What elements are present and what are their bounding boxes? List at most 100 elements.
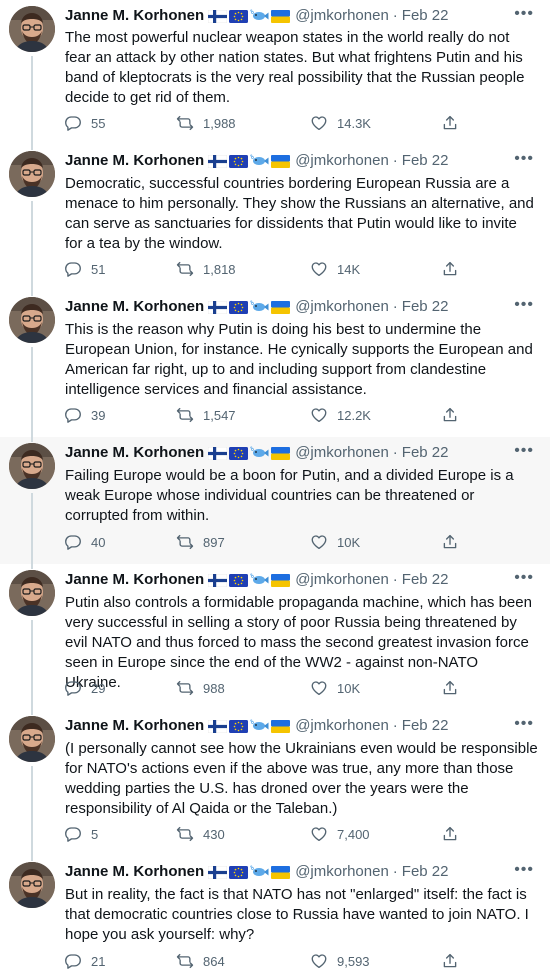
like-button[interactable]: 7,400: [310, 824, 370, 844]
retweet-icon: [176, 679, 194, 697]
more-options-icon[interactable]: •••: [514, 568, 534, 588]
retweet-button[interactable]: 430: [176, 824, 225, 844]
share-button[interactable]: [441, 259, 459, 279]
share-button[interactable]: [441, 824, 459, 844]
fish-icon: [250, 300, 269, 314]
tweet[interactable]: Janne M. Korhonen @jmkorhonen · Feb 22 ••• Th…: [0, 291, 550, 437]
share-icon: [441, 406, 459, 424]
thread-connector: [31, 291, 33, 296]
tweet-header: Janne M. Korhonen @jmkorhonen · Feb 22 •••: [65, 4, 538, 26]
like-button[interactable]: 10K: [310, 532, 360, 552]
avatar[interactable]: [9, 570, 55, 616]
reply-count: 21: [91, 953, 106, 969]
retweet-button[interactable]: 864: [176, 951, 225, 971]
author-handle[interactable]: @jmkorhonen: [295, 151, 389, 171]
like-button[interactable]: 14.3K: [310, 113, 371, 133]
like-button[interactable]: 12.2K: [310, 405, 371, 425]
tweet-date[interactable]: Feb 22: [402, 716, 449, 736]
reply-icon: [64, 406, 82, 424]
reply-button[interactable]: 21: [64, 951, 105, 971]
eu-flag-icon: [229, 573, 249, 587]
author-handle[interactable]: @jmkorhonen: [295, 297, 389, 317]
share-button[interactable]: [441, 405, 459, 425]
retweet-icon: [176, 533, 194, 551]
avatar[interactable]: [9, 151, 55, 197]
more-options-icon[interactable]: •••: [514, 441, 534, 461]
share-button[interactable]: [441, 532, 459, 552]
share-button[interactable]: [441, 951, 459, 971]
avatar[interactable]: [9, 862, 55, 908]
more-options-icon[interactable]: •••: [514, 714, 534, 734]
tweet[interactable]: Janne M. Korhonen @jmkorhonen · Feb 22 ••• Fa…: [0, 437, 550, 564]
reply-icon: [64, 679, 82, 697]
author-name[interactable]: Janne M. Korhonen: [65, 297, 204, 317]
tweet[interactable]: Janne M. Korhonen @jmkorhonen · Feb 22 ••• De…: [0, 145, 550, 291]
author-handle[interactable]: @jmkorhonen: [295, 716, 389, 736]
retweet-button[interactable]: 1,547: [176, 405, 236, 425]
reply-button[interactable]: 40: [64, 532, 105, 552]
author-name[interactable]: Janne M. Korhonen: [65, 862, 204, 882]
profile-emoji: [208, 154, 291, 168]
share-button[interactable]: [441, 113, 459, 133]
reply-button[interactable]: 51: [64, 259, 105, 279]
tweet-text: This is the reason why Putin is doing hi…: [65, 321, 533, 398]
like-button[interactable]: 14K: [310, 259, 360, 279]
like-button[interactable]: 9,593: [310, 951, 370, 971]
tweet-date[interactable]: Feb 22: [402, 297, 449, 317]
share-button[interactable]: [441, 678, 459, 698]
author-name[interactable]: Janne M. Korhonen: [65, 716, 204, 736]
retweet-button[interactable]: 1,818: [176, 259, 236, 279]
like-icon: [310, 952, 328, 970]
thread-connector: [31, 710, 33, 715]
fish-icon: [250, 865, 269, 879]
author-handle[interactable]: @jmkorhonen: [295, 570, 389, 590]
tweet-date[interactable]: Feb 22: [402, 151, 449, 171]
reply-icon: [64, 260, 82, 278]
separator: ·: [392, 717, 398, 734]
reply-button[interactable]: 55: [64, 113, 105, 133]
ukraine-flag-icon: [271, 154, 291, 168]
avatar[interactable]: [9, 297, 55, 343]
retweet-count: 1,988: [203, 115, 236, 131]
like-count: 14K: [337, 261, 361, 277]
more-options-icon[interactable]: •••: [514, 4, 534, 24]
author-name[interactable]: Janne M. Korhonen: [65, 6, 204, 26]
thread-connector: [31, 145, 33, 150]
tweet[interactable]: Janne M. Korhonen @jmkorhonen · Feb 22 ••• Pu…: [0, 564, 550, 710]
reply-button[interactable]: 39: [64, 405, 105, 425]
tweet-date[interactable]: Feb 22: [402, 862, 449, 882]
avatar[interactable]: [9, 443, 55, 489]
author-name[interactable]: Janne M. Korhonen: [65, 443, 204, 463]
tweet-date[interactable]: Feb 22: [402, 570, 449, 590]
more-options-icon[interactable]: •••: [514, 295, 534, 315]
more-options-icon[interactable]: •••: [514, 149, 534, 169]
eu-flag-icon: [229, 865, 249, 879]
reply-button[interactable]: 29: [64, 678, 105, 698]
tweet-date[interactable]: Feb 22: [402, 443, 449, 463]
tweet[interactable]: Janne M. Korhonen @jmkorhonen · Feb 22 ••• Bu…: [0, 856, 550, 978]
author-name[interactable]: Janne M. Korhonen: [65, 570, 204, 590]
author-handle[interactable]: @jmkorhonen: [295, 6, 389, 26]
more-options-icon[interactable]: •••: [514, 860, 534, 880]
tweet[interactable]: Janne M. Korhonen @jmkorhonen · Feb 22 ••• Th…: [0, 0, 550, 145]
retweet-button[interactable]: 897: [176, 532, 225, 552]
author-handle[interactable]: @jmkorhonen: [295, 443, 389, 463]
profile-emoji: [208, 865, 291, 879]
like-count: 10K: [337, 534, 361, 550]
share-icon: [441, 533, 459, 551]
author-handle[interactable]: @jmkorhonen: [295, 862, 389, 882]
tweet-actions: 5 430 7,400: [64, 824, 464, 844]
finland-flag-icon: [208, 719, 228, 733]
reply-button[interactable]: 5: [64, 824, 98, 844]
like-button[interactable]: 10K: [310, 678, 360, 698]
author-name[interactable]: Janne M. Korhonen: [65, 151, 204, 171]
tweet[interactable]: Janne M. Korhonen @jmkorhonen · Feb 22 ••• (I…: [0, 710, 550, 856]
retweet-button[interactable]: 1,988: [176, 113, 236, 133]
tweet-date[interactable]: Feb 22: [402, 6, 449, 26]
avatar[interactable]: [9, 716, 55, 762]
avatar[interactable]: [9, 6, 55, 52]
separator: ·: [392, 152, 398, 169]
retweet-button[interactable]: 988: [176, 678, 225, 698]
separator: ·: [392, 571, 398, 588]
eu-flag-icon: [229, 300, 249, 314]
